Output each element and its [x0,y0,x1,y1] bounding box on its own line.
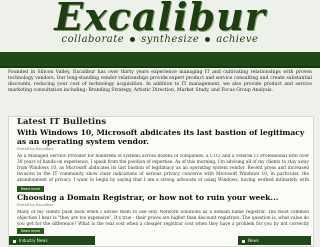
bulletins-panel: Latest IT Bulletins With Windows 10, Mic… [8,116,314,247]
bullet-icon [242,239,245,243]
industry-news-label: Industry News [19,238,48,243]
post-title-windows10[interactable]: With Windows 10, Microsoft abdicates its… [17,128,309,146]
news-label: News [248,238,259,243]
tagline-word-1: collaborate [61,34,125,45]
tagline-dot-icon [205,37,211,42]
news-tab[interactable]: News [238,236,311,245]
post-meta: Posted by Excalibur [17,147,54,151]
read-more-button[interactable]: Read more [17,228,44,234]
bullet-icon [13,239,16,243]
site-tagline: collaborate synthesize achieve [30,34,290,45]
intro-paragraph: Founded in Silicon Valley, Excalibur has… [8,70,312,93]
tagline-word-3: achieve [216,34,259,45]
bulletins-heading: Latest IT Bulletins [17,117,107,127]
post-title-domain-registrar[interactable]: Choosing a Domain Registrar, or how not … [17,193,309,202]
industry-news-tab[interactable]: Industry News [9,236,95,245]
read-more-button[interactable]: Read more [17,186,44,192]
tagline-dot-icon [130,37,136,42]
post-excerpt: Many of my clients push back when I advi… [17,210,309,227]
post-excerpt: As a Managed Service Provider for hundre… [17,154,309,183]
tagline-word-2: synthesize [141,34,200,45]
post-meta: Posted by Excalibur [17,203,54,207]
main-navigation-bar[interactable] [0,52,320,68]
site-header: Excalibur collaborate synthesize achieve [0,0,320,50]
